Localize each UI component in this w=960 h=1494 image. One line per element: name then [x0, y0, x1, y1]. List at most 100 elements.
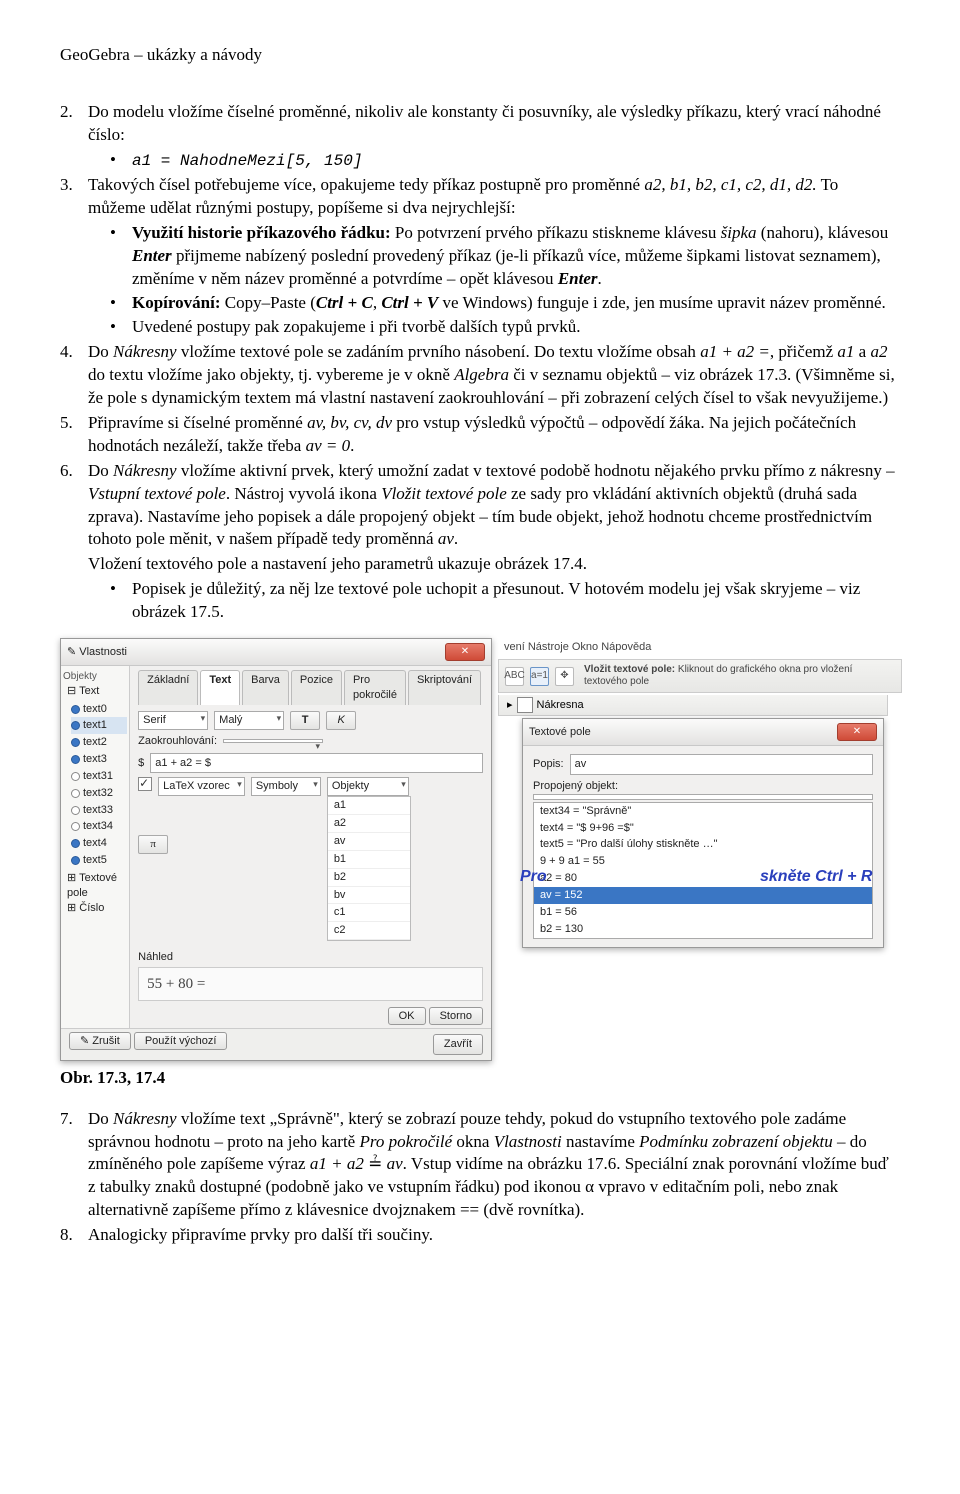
bold-button[interactable]: T [290, 711, 320, 730]
box-icon[interactable] [517, 697, 533, 713]
move-tool-icon[interactable]: ✥ [555, 667, 574, 686]
t: . [454, 529, 458, 548]
list-item[interactable]: text34 = "Správně" [534, 803, 872, 820]
tab-color[interactable]: Barva [242, 670, 289, 705]
text-tool-icon[interactable]: ABC [505, 667, 524, 686]
t: šipka [721, 223, 757, 242]
default-button[interactable]: Použít výchozí [134, 1032, 228, 1050]
list-number: 8. [60, 1224, 73, 1247]
t: Ctrl + C [316, 293, 373, 312]
t: a1 [837, 342, 854, 361]
list-item[interactable]: bv [328, 887, 410, 905]
t: Enter [132, 246, 172, 265]
symbols-dropdown[interactable]: Symboly [251, 777, 321, 796]
t: Pro pokročilé [359, 1132, 452, 1151]
object-tree[interactable]: Objekty ⊟ Text text0 text1 text2 text3 t… [61, 666, 130, 1028]
tree-item[interactable]: text1 [71, 717, 127, 734]
t: Ctrl + V [381, 293, 438, 312]
latex-dropdown[interactable]: LaTeX vzorec [158, 777, 245, 796]
tree-item[interactable]: text2 [71, 734, 127, 751]
tree-textfield-root[interactable]: Textové pole [67, 872, 117, 899]
t: , přičemž [770, 342, 838, 361]
tree-item[interactable]: text32 [71, 785, 127, 802]
tab-scripting[interactable]: Skriptování [408, 670, 481, 705]
list-item[interactable]: text5 = "Pro další úlohy stiskněte …" [534, 836, 872, 853]
tab-advanced[interactable]: Pro pokročilé [344, 670, 406, 705]
tab-position[interactable]: Pozice [291, 670, 342, 705]
t: vložíme aktivní prvek, který umožní zada… [177, 461, 895, 480]
sub-hist-bold: Využití historie příkazového řádku: [132, 223, 391, 242]
list-item[interactable]: b2 = 130 [534, 921, 872, 938]
preview-value: 55 + 80 = [138, 967, 483, 1001]
toolbar: ABC a=1 ✥ Vložit textové pole: Kliknout … [498, 659, 902, 693]
t: av = 0 [306, 436, 351, 455]
tab-text[interactable]: Text [200, 670, 240, 705]
close-button[interactable]: ✕ [837, 723, 877, 741]
list-item[interactable]: text4 = "$ 9+96 =$" [534, 820, 872, 837]
list-item[interactable]: a1 [328, 797, 410, 815]
t: (nahoru), klávesou [757, 223, 889, 242]
tree-item[interactable]: text33 [71, 802, 127, 819]
t: nastavíme [562, 1132, 639, 1151]
objects-dropdown[interactable]: Objekty [327, 777, 409, 796]
close-button[interactable]: ✕ [445, 643, 485, 661]
t: do textu vložíme jako objekty, tj. vyber… [88, 365, 454, 384]
list-item[interactable]: av [328, 833, 410, 851]
tree-item[interactable]: text31 [71, 768, 127, 785]
equal-question-symbol: ≟ [368, 1154, 382, 1173]
list-item[interactable]: 9 + 9 a1 = 55 [534, 853, 872, 870]
list-item[interactable]: b1 = 56 [534, 904, 872, 921]
expression-input[interactable]: a1 + a2 = $ [150, 753, 483, 774]
properties-dialog: ✎ Vlastnosti ✕ Objekty ⊟ Text text0 text… [60, 638, 492, 1060]
tree-item[interactable]: text34 [71, 818, 127, 835]
tree-item[interactable]: text3 [71, 751, 127, 768]
list-item[interactable]: c1 [328, 904, 410, 922]
list-item[interactable]: a2 [328, 815, 410, 833]
list-item[interactable]: c2 [328, 922, 410, 940]
item-2-text: Do modelu vložíme číselné proměnné, niko… [88, 102, 881, 144]
tree-item[interactable]: text5 [71, 852, 127, 869]
list-number: 6. [60, 460, 73, 483]
pi-button[interactable]: π [138, 835, 168, 854]
tree-text-root[interactable]: Text [79, 685, 99, 697]
t: . [598, 269, 602, 288]
storno-button[interactable]: Storno [429, 1007, 483, 1025]
tree-item[interactable]: text4 [71, 835, 127, 852]
rounding-select[interactable] [223, 739, 323, 743]
t: av [438, 529, 454, 548]
ok-button[interactable]: OK [388, 1007, 426, 1025]
objects-label: Objekty [63, 670, 127, 684]
t: ve Windows) funguje i zde, jen musíme up… [438, 293, 886, 312]
textfield-tool-icon[interactable]: a=1 [530, 667, 549, 686]
nakresna-banner: ▸ Nákresna [498, 695, 888, 716]
right-figure-stack: vení Nástroje Okno Nápověda ABC a=1 ✥ Vl… [498, 638, 902, 947]
close-dialog-button[interactable]: Zavřít [433, 1034, 483, 1055]
italic-button[interactable]: K [326, 711, 356, 730]
nav-icon[interactable]: ▸ [507, 698, 513, 713]
main-list-top: 2. Do modelu vložíme číselné proměnné, n… [60, 101, 900, 624]
objects-listbox[interactable]: a1 a2 av b1 b2 bv c1 c2 [327, 796, 411, 941]
font-family-select[interactable]: Serif [138, 711, 208, 730]
font-size-select[interactable]: Malý [214, 711, 284, 730]
t: a1 + a2 [310, 1154, 368, 1173]
t: Do [88, 342, 113, 361]
list-item[interactable]: b1 [328, 851, 410, 869]
t: přijmeme nabízený poslední provedený pří… [132, 246, 881, 288]
list-item[interactable]: a2 = 80 [534, 870, 872, 887]
linked-input[interactable] [533, 794, 873, 800]
undo-button[interactable]: ✎ Zrušit [69, 1032, 131, 1050]
latex-checkbox[interactable] [138, 777, 152, 791]
linked-dropdown-list[interactable]: text34 = "Správně" text4 = "$ 9+96 =$" t… [533, 802, 873, 939]
tree-item[interactable]: text0 [71, 701, 127, 718]
t: Algebra [454, 365, 509, 384]
tree-number-root[interactable]: Číslo [79, 902, 104, 914]
dialog-title: ✎ Vlastnosti [67, 645, 127, 660]
popis-input[interactable]: av [570, 754, 873, 775]
tabs: Základní Text Barva Pozice Pro pokročilé… [138, 670, 483, 705]
t: okna [452, 1132, 494, 1151]
list-item-selected[interactable]: av = 152 [534, 887, 872, 904]
t: Vložit textové pole [381, 484, 507, 503]
list-item[interactable]: b2 [328, 869, 410, 887]
item-8-text: Analogicky připravíme prvky pro další tř… [88, 1225, 433, 1244]
tab-basic[interactable]: Základní [138, 670, 198, 705]
